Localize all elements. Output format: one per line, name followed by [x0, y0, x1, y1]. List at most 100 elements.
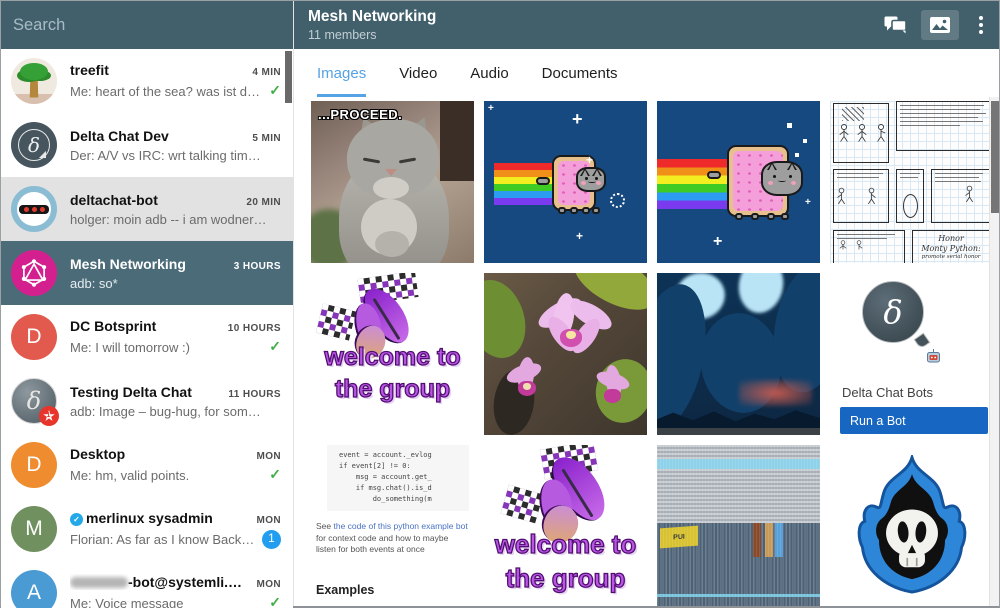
bug-badge-icon — [39, 406, 59, 426]
chat-list-item-treefit[interactable]: treefit 4 MIN Me: heart of the sea? was i… — [1, 49, 293, 113]
delivered-check-icon — [263, 338, 281, 356]
chat-timestamp: 3 HOURS — [234, 261, 281, 272]
robot-avatar — [11, 186, 57, 232]
chat-list-item-testing-delta-chat[interactable]: Testing Delta Chat 11 HOURS adb: Image – … — [1, 369, 293, 433]
unread-count-badge: 1 — [262, 530, 281, 549]
delivered-check-icon — [263, 82, 281, 100]
chat-list-item-deltachat-bot[interactable]: deltachat-bot20 MIN holger: moin adb -- … — [1, 177, 293, 241]
testing-delta-avatar — [11, 378, 57, 424]
gallery-image-blue-cave[interactable] — [657, 273, 820, 435]
avatar-initial: D — [26, 453, 41, 477]
python-bot-link[interactable]: the code of this python example bot — [334, 521, 468, 531]
chat-timestamp: MON — [256, 579, 281, 590]
chat-timestamp: 4 MIN — [252, 67, 281, 78]
chat-list-item-systemli-bot[interactable]: A -bot@systemli.…MON Me: Voice message — [1, 561, 293, 608]
robot-emoji-icon — [926, 349, 941, 369]
chat-preview: Me: heart of the sea? was ist d… — [70, 84, 263, 99]
gallery-icon[interactable] — [921, 10, 959, 40]
letter-avatar: D — [11, 442, 57, 488]
gallery-webpage-delta-chat-bots[interactable]: Delta Chat Bots Run a Bot — [830, 273, 993, 435]
chat-timestamp: MON — [256, 451, 281, 462]
chat-name: Testing Delta Chat — [70, 384, 220, 400]
chat-name: Mesh Networking — [70, 256, 226, 272]
search-bar — [1, 1, 293, 49]
tab-documents[interactable]: Documents — [542, 49, 618, 97]
gallery-scrollbar-thumb[interactable] — [991, 101, 999, 213]
code-line: if msg.chat().is_d — [339, 483, 469, 494]
chat-bubbles-icon[interactable] — [884, 16, 907, 35]
tree-avatar — [11, 58, 57, 104]
chat-name: treefit — [70, 62, 244, 78]
search-input[interactable] — [13, 16, 253, 35]
welcome-text-line1: welcome to — [484, 531, 647, 557]
tab-video[interactable]: Video — [399, 49, 437, 97]
gallery-image-nyan-cat-closeup[interactable]: + + — [657, 101, 820, 263]
kebab-menu-icon[interactable] — [973, 12, 989, 38]
gallery-image-welcome-butterfly[interactable]: welcome to the group — [311, 273, 474, 435]
member-count: 11 members — [308, 28, 884, 42]
comic-text: promote serial honor — [913, 254, 989, 261]
chat-preview: holger: moin adb -- i am wodner… — [70, 212, 281, 227]
gallery-webpage-python-example[interactable]: event = account._evlog if event[2] != 0:… — [311, 445, 474, 606]
chat-name: Delta Chat Dev — [70, 128, 244, 144]
doc-paragraph: See the code of this python example bot … — [316, 521, 468, 556]
chat-name: Desktop — [70, 446, 248, 462]
gallery-image-flame-skull[interactable] — [830, 445, 993, 606]
gallery-image-cat-proceed[interactable]: ...PROCEED. — [311, 101, 474, 263]
flame-skull-icon — [853, 455, 971, 597]
verified-badge-icon — [70, 513, 83, 526]
chat-list-item-merlinux-sysadmin[interactable]: M merlinux sysadminMON Florian: As far a… — [1, 497, 293, 561]
delta-chat-logo-tail — [914, 333, 931, 350]
chat-preview: adb: so* — [70, 276, 281, 291]
delivered-check-icon — [263, 466, 281, 484]
gallery-image-crt-screen[interactable]: PUI — [657, 445, 820, 606]
chat-list-item-delta-chat-dev[interactable]: Delta Chat Dev5 MIN Der: A/V vs IRC: wrt… — [1, 113, 293, 177]
avatar-initial: A — [27, 581, 41, 605]
chat-timestamp: MON — [256, 515, 281, 526]
page-title: Mesh Networking — [308, 8, 884, 26]
chat-preview: Me: Voice message — [70, 596, 263, 608]
delta-logo-icon — [28, 133, 40, 157]
comic-text: Honor — [913, 234, 989, 244]
welcome-text-line2: the group — [311, 377, 474, 402]
gallery-image-stick-comic[interactable]: Honor Monty Python: promote serial honor — [830, 101, 993, 263]
tree-canopy — [20, 63, 48, 80]
bots-page-title: Delta Chat Bots — [842, 385, 933, 400]
tab-images[interactable]: Images — [317, 49, 366, 97]
chat-preview: Der: A/V vs IRC: wrt talking tim… — [70, 148, 281, 163]
chat-list-item-desktop[interactable]: D Desktop MON Me: hm, valid points. — [1, 433, 293, 497]
code-line: if event[2] != 0: — [339, 461, 469, 472]
gallery-tab-bar: Images Video Audio Documents — [294, 49, 999, 97]
tree-trunk — [30, 80, 39, 98]
delta-chat-logo-icon — [862, 281, 924, 343]
letter-avatar: D — [11, 314, 57, 360]
code-block: event = account._evlog if event[2] != 0:… — [327, 445, 469, 511]
gallery-panel: Mesh Networking 11 members — [294, 1, 999, 606]
run-a-bot-button[interactable]: Run a Bot — [840, 407, 988, 434]
chat-list-item-dc-botsprint[interactable]: D DC Botsprint 10 HOURS Me: I will tomorr… — [1, 305, 293, 369]
graphql-logo-icon — [19, 258, 49, 288]
letter-avatar: M — [11, 506, 57, 552]
image-grid: ...PROCEED. + + + + — [294, 97, 999, 606]
welcome-text-line1: welcome to — [311, 345, 474, 370]
redacted-name-blur — [70, 577, 128, 588]
delivered-check-icon — [263, 594, 281, 608]
gallery-image-nyan-cat[interactable]: + + + + — [484, 101, 647, 263]
tab-audio[interactable]: Audio — [470, 49, 508, 97]
chat-name: DC Botsprint — [70, 318, 220, 334]
chat-timestamp: 11 HOURS — [228, 389, 281, 400]
chat-preview: Me: I will tomorrow :) — [70, 340, 263, 355]
gallery-image-orchid[interactable] — [484, 273, 647, 435]
gallery-scrollbar[interactable] — [989, 97, 999, 606]
chat-preview: adb: Image – bug-hug, for som… — [70, 404, 281, 419]
code-line: msg = account.get_ — [339, 472, 469, 483]
chat-timestamp: 10 HOURS — [228, 323, 281, 334]
gallery-image-welcome-butterfly-2[interactable]: welcome to the group — [484, 445, 647, 606]
chat-list-item-mesh-networking[interactable]: Mesh Networking 3 HOURS adb: so* — [1, 241, 293, 305]
examples-heading: Examples — [316, 583, 374, 597]
letter-avatar: A — [11, 570, 57, 608]
sidebar-scrollbar-thumb[interactable] — [285, 51, 292, 103]
chat-preview: Me: hm, valid points. — [70, 468, 263, 483]
delta-chat-window: treefit 4 MIN Me: heart of the sea? was i… — [0, 0, 1000, 608]
code-line: event = account._evlog — [339, 450, 469, 461]
